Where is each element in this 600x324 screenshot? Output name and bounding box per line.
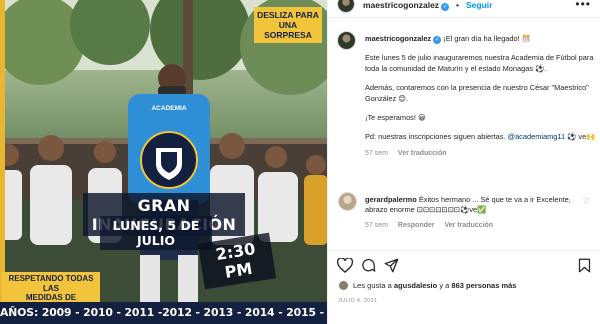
academy-mention-link[interactable]: @academiamg11 <box>508 132 566 141</box>
comment-like-heart-icon[interactable]: ♡ <box>583 197 590 206</box>
caption-paragraph: ¡Te esperamos! 😀 <box>365 113 426 123</box>
verified-badge-icon: ✓ <box>441 3 450 11</box>
commenter-username[interactable]: gerardpalermo <box>365 195 417 204</box>
more-options-icon[interactable]: ••• <box>575 0 591 11</box>
commenter-avatar[interactable] <box>338 192 357 211</box>
caption-text: ⚽ ve🙌 <box>565 132 596 142</box>
caption-meta: 57 sem Ver traducción <box>365 149 597 159</box>
caption-author-avatar[interactable] <box>337 31 356 50</box>
comment-translate-link[interactable]: Ver traducción <box>444 222 493 229</box>
author-username-text[interactable]: maestricogonzalez <box>363 0 439 10</box>
like-heart-icon[interactable] <box>337 258 353 273</box>
author-avatar[interactable] <box>337 0 355 13</box>
comment-reply-button[interactable]: Responder <box>398 222 435 229</box>
likes-text: y a <box>437 281 452 290</box>
likes-summary: Les gusta a agusdalesio y a 863 personas… <box>338 280 516 291</box>
swipe-hint-line: UNA SORPRESA <box>264 20 312 40</box>
shirt-academy-text: ACADEMIA <box>151 105 187 112</box>
share-send-icon[interactable] <box>384 258 399 273</box>
comment-item: gerardpalermo Éxitos hermano ... Sé que … <box>365 195 575 216</box>
comment-bubble-icon[interactable] <box>361 258 376 273</box>
caption-paragraph: Este lunes 5 de julio inauguraremos nues… <box>365 53 594 73</box>
liker-username[interactable]: agusdalesio <box>394 281 437 290</box>
swipe-hint-line: DESLIZA PARA <box>257 10 319 20</box>
liker-avatar[interactable] <box>338 280 349 291</box>
caption-text: Pd: nuestras inscripciones siguen abiert… <box>365 132 508 142</box>
caption-username[interactable]: maestricogonzalez <box>365 34 431 43</box>
biosecurity-line: RESPETANDO TODAS LAS <box>8 274 94 293</box>
caption-paragraph: Pd: nuestras inscripciones siguen abiert… <box>365 132 597 142</box>
post-header: maestricogonzalez ✓ • Seguir ••• <box>328 0 600 18</box>
post-image[interactable]: DESLIZA PARA UNA SORPRESA ACADEMIA GRAN … <box>0 0 327 324</box>
header-separator: • <box>456 0 459 10</box>
post-date[interactable]: JULIO 4, 2021 <box>338 298 377 304</box>
verified-badge-icon: ✓ <box>433 36 442 44</box>
caption-paragraph: Además, contaremos con la presencia de n… <box>365 83 589 103</box>
comment-time-ago: 57 sem <box>365 222 388 229</box>
post-caption: maestricogonzalez ✓ ¡El gran día ha lleg… <box>365 34 597 159</box>
likes-count-link[interactable]: 863 personas más <box>451 281 516 290</box>
caption-headline: ¡El gran día ha llegado! 🎊 <box>443 34 531 43</box>
save-bookmark-icon[interactable] <box>578 258 591 273</box>
post-details-panel: maestricogonzalez ✓ • Seguir ••• maestri… <box>327 0 600 324</box>
post-action-bar <box>328 250 600 280</box>
swipe-hint-label: DESLIZA PARA UNA SORPRESA <box>254 7 322 43</box>
date-banner: LUNES, 5 DE JULIO <box>100 216 212 250</box>
follow-button[interactable]: Seguir <box>466 0 492 10</box>
author-username[interactable]: maestricogonzalez ✓ <box>363 0 450 11</box>
caption-time-ago: 57 sem <box>365 149 388 157</box>
years-strip: AÑOS: 2009 - 2010 - 2011 -2012 - 2013 - … <box>0 302 327 324</box>
likes-text: Les gusta a <box>353 281 394 290</box>
caption-translate-link[interactable]: Ver traducción <box>398 150 447 157</box>
comment-meta: 57 sem Responder Ver traducción <box>365 222 493 229</box>
